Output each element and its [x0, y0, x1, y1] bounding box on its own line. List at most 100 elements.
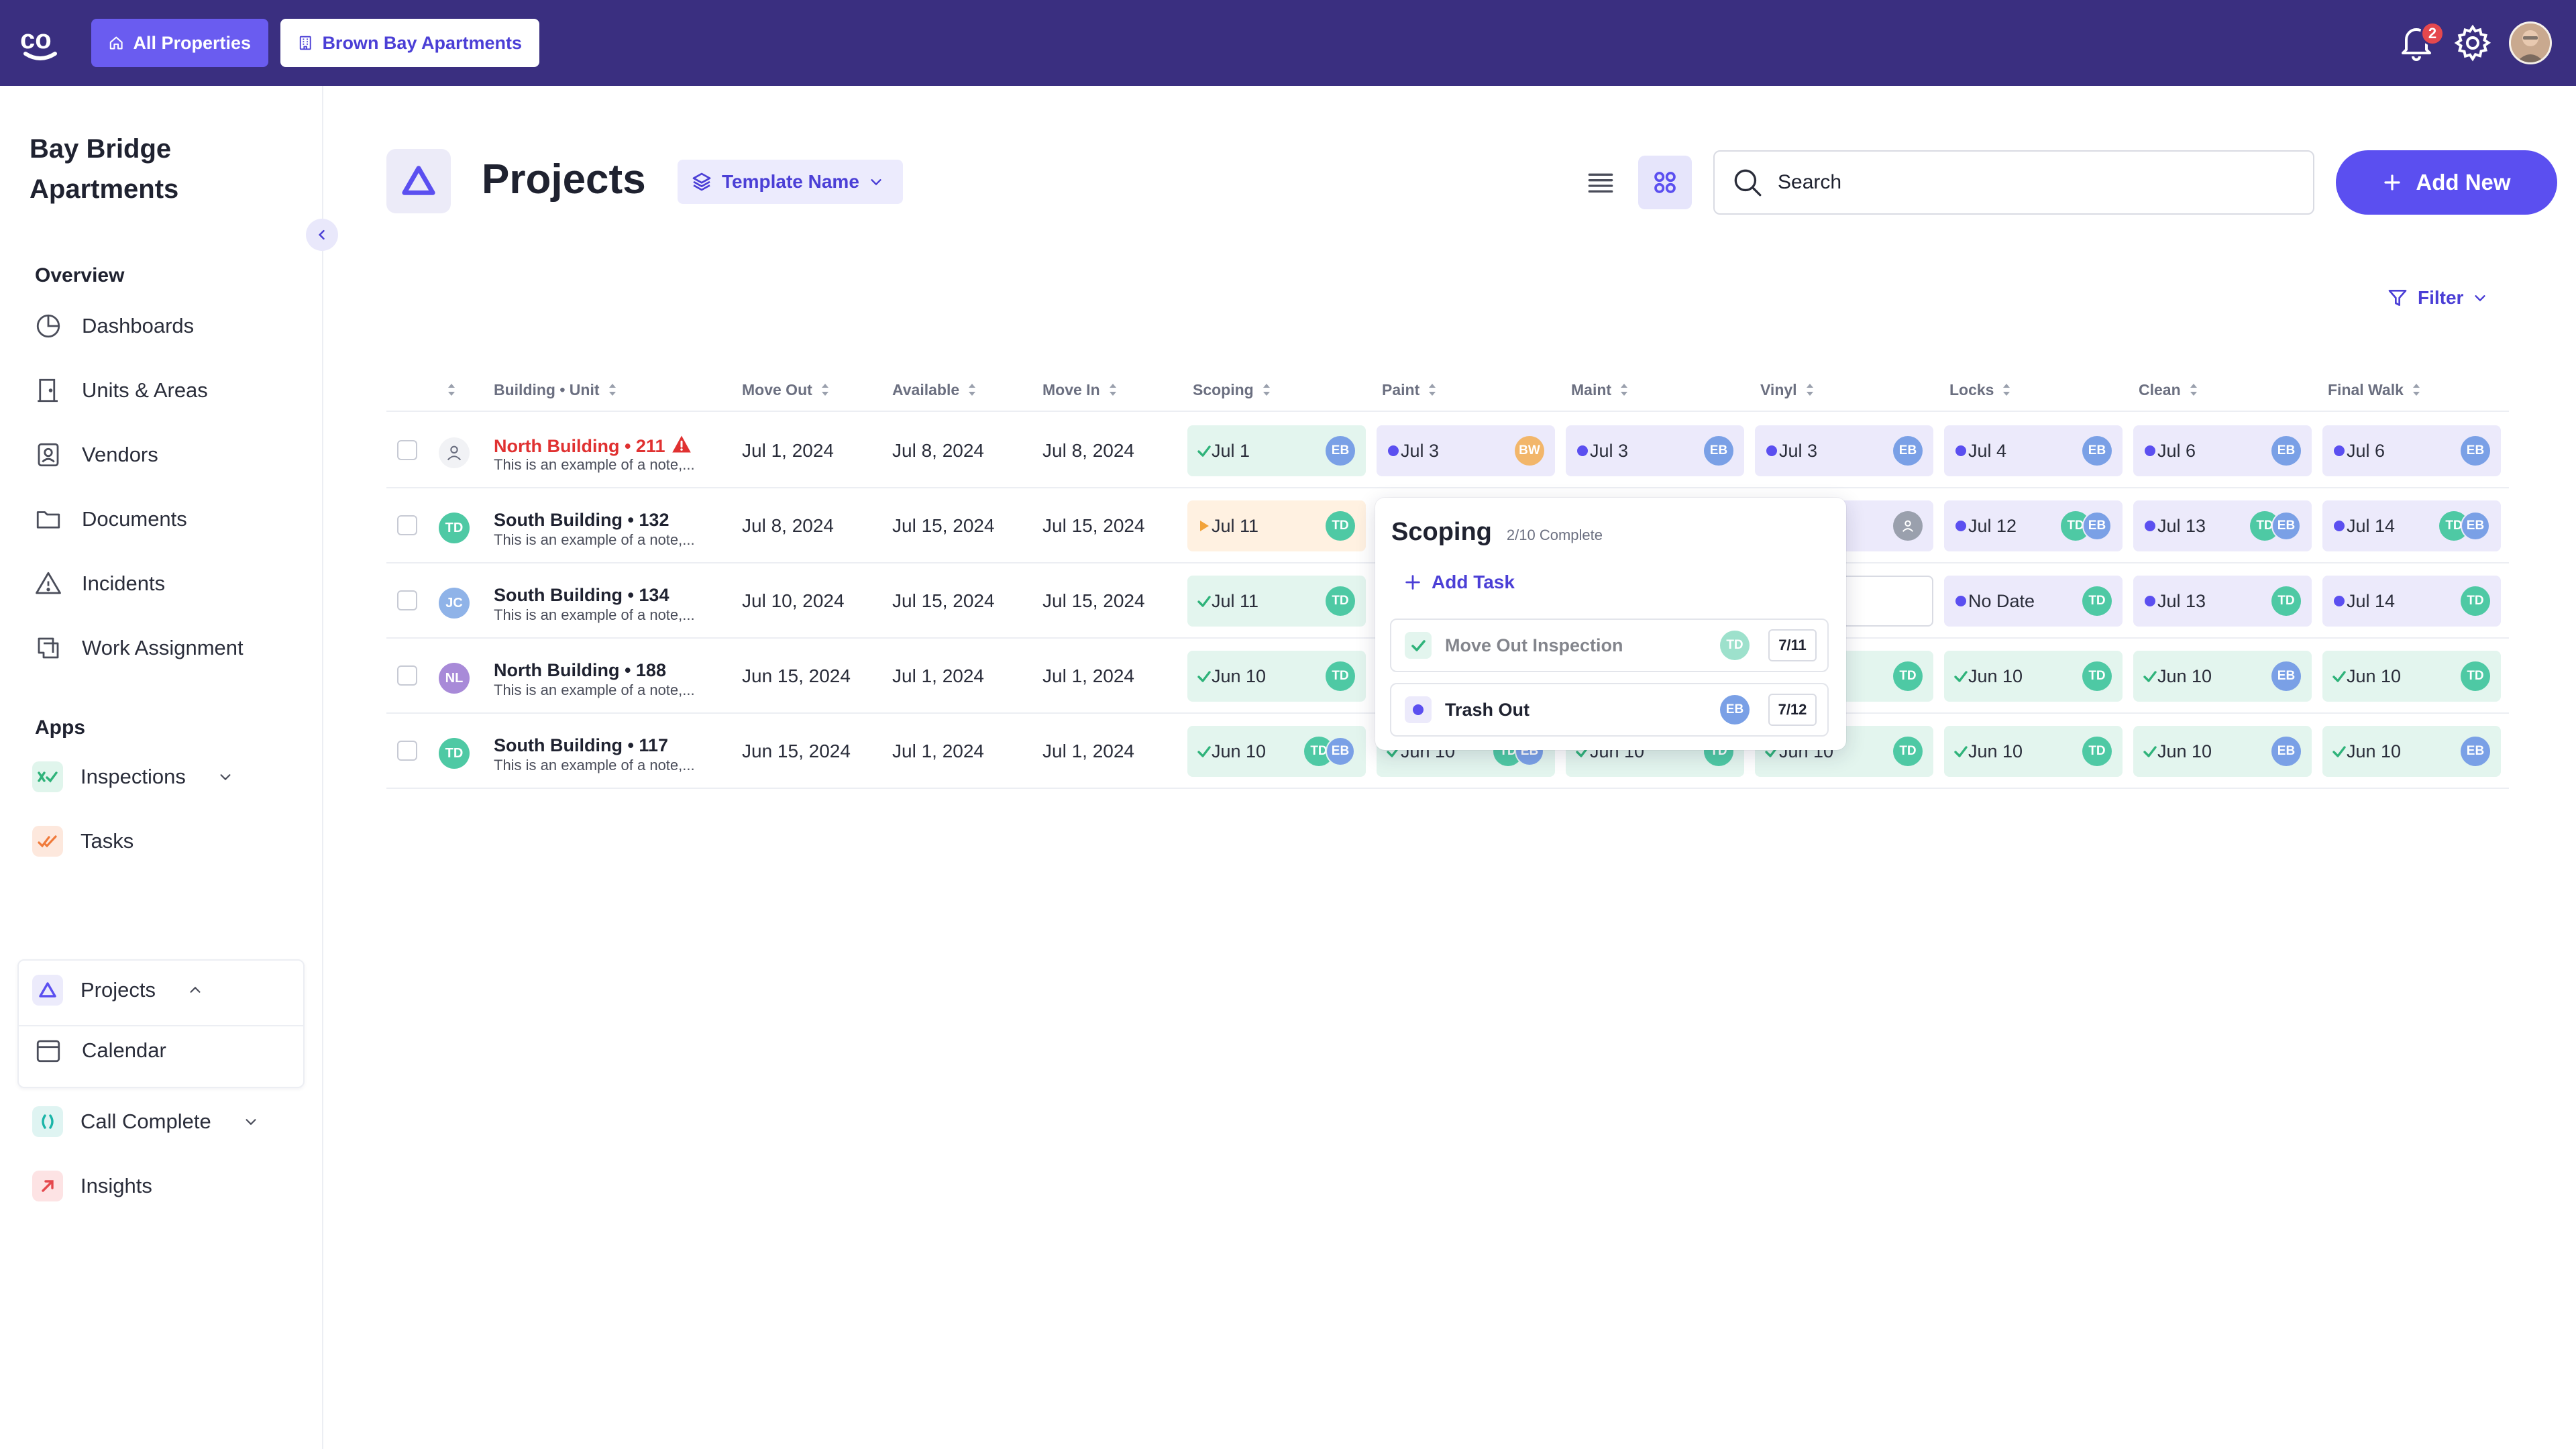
- row-avatar: JC: [439, 588, 470, 619]
- check-icon: [1954, 746, 1968, 757]
- sidebar-item-label: Incidents: [82, 572, 166, 595]
- stage-chip[interactable]: Jul 6 EB: [2133, 425, 2312, 476]
- column-header-clean[interactable]: Clean: [2139, 368, 2198, 412]
- chevron-down-icon[interactable]: [218, 769, 233, 784]
- column-header-available[interactable]: Available: [892, 368, 977, 412]
- sidebar-item-calendar[interactable]: Calendar: [32, 1030, 166, 1071]
- stage-chip[interactable]: Jul 11 TD: [1187, 576, 1366, 627]
- task-date[interactable]: 7/12: [1768, 694, 1817, 726]
- task-move-out-inspection[interactable]: Move Out Inspection TD 7/11: [1390, 619, 1829, 672]
- stage-chip[interactable]: Jul 14 TD EB: [2322, 500, 2501, 551]
- stage-chip[interactable]: Jul 14 TD: [2322, 576, 2501, 627]
- in-progress-dot-icon: [2334, 596, 2345, 606]
- unit-name[interactable]: South Building • 132: [494, 510, 669, 531]
- template-name-dropdown[interactable]: Template Name: [678, 160, 903, 204]
- overview-section-label: Overview: [35, 264, 125, 286]
- all-properties-button[interactable]: All Properties: [91, 19, 268, 67]
- stage-chip[interactable]: Jul 13 TD EB: [2133, 500, 2312, 551]
- date-available: Jul 1, 2024: [892, 741, 984, 761]
- add-task-button[interactable]: Add Task: [1403, 572, 1515, 593]
- filter-button[interactable]: Filter: [2387, 287, 2487, 309]
- stage-chip[interactable]: Jul 6 EB: [2322, 425, 2501, 476]
- gear-icon[interactable]: [2453, 23, 2493, 63]
- sidebar-item-call-complete[interactable]: Call Complete: [32, 1102, 258, 1142]
- task-date[interactable]: 7/11: [1768, 629, 1817, 661]
- unit-name[interactable]: South Building • 117: [494, 735, 668, 756]
- check-icon: [1197, 671, 1211, 682]
- column-header-vinyl[interactable]: Vinyl: [1760, 368, 1815, 412]
- sidebar-item-dashboards[interactable]: Dashboards: [32, 306, 194, 346]
- task-trash-out[interactable]: Trash Out EB 7/12: [1390, 683, 1829, 737]
- filter-label: Filter: [2418, 287, 2464, 308]
- sort-icon: [1621, 384, 1628, 396]
- add-new-button[interactable]: Add New: [2336, 150, 2557, 215]
- assignee-avatar: TD: [1326, 661, 1355, 691]
- stage-chip[interactable]: Jul 1 EB: [1187, 425, 1366, 476]
- column-header-move-in[interactable]: Move In: [1042, 368, 1118, 412]
- stage-chip[interactable]: Jun 10 TD: [2322, 651, 2501, 702]
- plus-icon: [1405, 575, 1420, 590]
- sidebar-item-projects[interactable]: Projects: [32, 970, 203, 1010]
- company-logo[interactable]: co: [19, 23, 62, 63]
- stage-chip[interactable]: Jul 3 EB: [1755, 425, 1933, 476]
- sidebar-item-inspections[interactable]: Inspections: [32, 757, 233, 797]
- stage-chip[interactable]: Jun 10 TD: [1944, 651, 2123, 702]
- sidebar-item-insights[interactable]: Insights: [32, 1166, 152, 1206]
- row-checkbox[interactable]: [397, 741, 417, 761]
- chevron-up-icon[interactable]: [188, 983, 203, 998]
- column-header-building-unit[interactable]: Building • Unit: [494, 368, 617, 412]
- sidebar-item-units-areas[interactable]: Units & Areas: [32, 370, 208, 411]
- column-header-paint[interactable]: Paint: [1382, 368, 1437, 412]
- row-checkbox[interactable]: [397, 590, 417, 610]
- unit-name[interactable]: North Building • 211: [494, 435, 692, 458]
- assignee-avatars: TD: [2461, 586, 2490, 616]
- collapse-sidebar-button[interactable]: [306, 219, 338, 251]
- in-progress-dot-icon: [2334, 445, 2345, 456]
- stage-chip[interactable]: Jul 12 TD EB: [1944, 500, 2123, 551]
- user-avatar[interactable]: [2509, 21, 2552, 64]
- chevron-down-icon[interactable]: [244, 1114, 258, 1129]
- column-header-final-walk[interactable]: Final Walk: [2328, 368, 2421, 412]
- stage-chip[interactable]: Jul 11 TD: [1187, 500, 1366, 551]
- sidebar-item-vendors[interactable]: Vendors: [32, 435, 158, 475]
- check-icon: [1197, 596, 1211, 607]
- stage-chip[interactable]: Jul 3 BW: [1377, 425, 1555, 476]
- row-checkbox[interactable]: [397, 665, 417, 686]
- stage-chip[interactable]: Jul 4 EB: [1944, 425, 2123, 476]
- sidebar-item-incidents[interactable]: Incidents: [32, 564, 165, 604]
- call-complete-icon: [32, 1106, 63, 1137]
- column-header-maint[interactable]: Maint: [1571, 368, 1629, 412]
- stage-chip[interactable]: Jun 10 TD: [1187, 651, 1366, 702]
- column-header-scoping[interactable]: Scoping: [1193, 368, 1271, 412]
- search-box[interactable]: [1713, 150, 2314, 215]
- stage-date: Jul 6: [2157, 440, 2196, 461]
- row-checkbox[interactable]: [397, 515, 417, 535]
- stage-date: Jun 10: [1968, 665, 2023, 686]
- row-checkbox[interactable]: [397, 440, 417, 460]
- stage-chip[interactable]: Jun 10 EB: [2133, 726, 2312, 777]
- row-avatar: TD: [439, 513, 470, 543]
- list-view-button[interactable]: [1580, 162, 1621, 203]
- column-header-move-out[interactable]: Move Out: [742, 368, 830, 412]
- property-tab-button[interactable]: Brown Bay Apartments: [280, 19, 539, 67]
- assignee-avatar: EB: [1326, 436, 1355, 466]
- unit-name[interactable]: North Building • 188: [494, 660, 666, 681]
- column-header-locks[interactable]: Locks: [1949, 368, 2011, 412]
- grid-view-button[interactable]: [1638, 156, 1692, 209]
- sidebar-item-work-assignment[interactable]: Work Assignment: [32, 628, 244, 668]
- stage-chip[interactable]: Jun 10 EB: [2133, 651, 2312, 702]
- stage-chip[interactable]: Jun 10 EB: [2322, 726, 2501, 777]
- stage-chip[interactable]: Jul 3 EB: [1566, 425, 1744, 476]
- stage-chip[interactable]: Jul 13 TD: [2133, 576, 2312, 627]
- sidebar-item-documents[interactable]: Documents: [32, 499, 187, 539]
- alert-icon: [672, 435, 692, 458]
- sidebar-item-tasks[interactable]: Tasks: [32, 821, 133, 861]
- stage-chip[interactable]: Jun 10 TD EB: [1187, 726, 1366, 777]
- template-name-label: Template Name: [722, 171, 859, 192]
- assignee-avatar: TD: [1893, 737, 1923, 766]
- stage-chip[interactable]: No Date TD: [1944, 576, 2123, 627]
- stage-chip[interactable]: Jun 10 TD: [1944, 726, 2123, 777]
- unit-name[interactable]: South Building • 134: [494, 585, 669, 606]
- search-input[interactable]: [1778, 171, 2288, 194]
- sort-all-button[interactable]: [447, 368, 456, 412]
